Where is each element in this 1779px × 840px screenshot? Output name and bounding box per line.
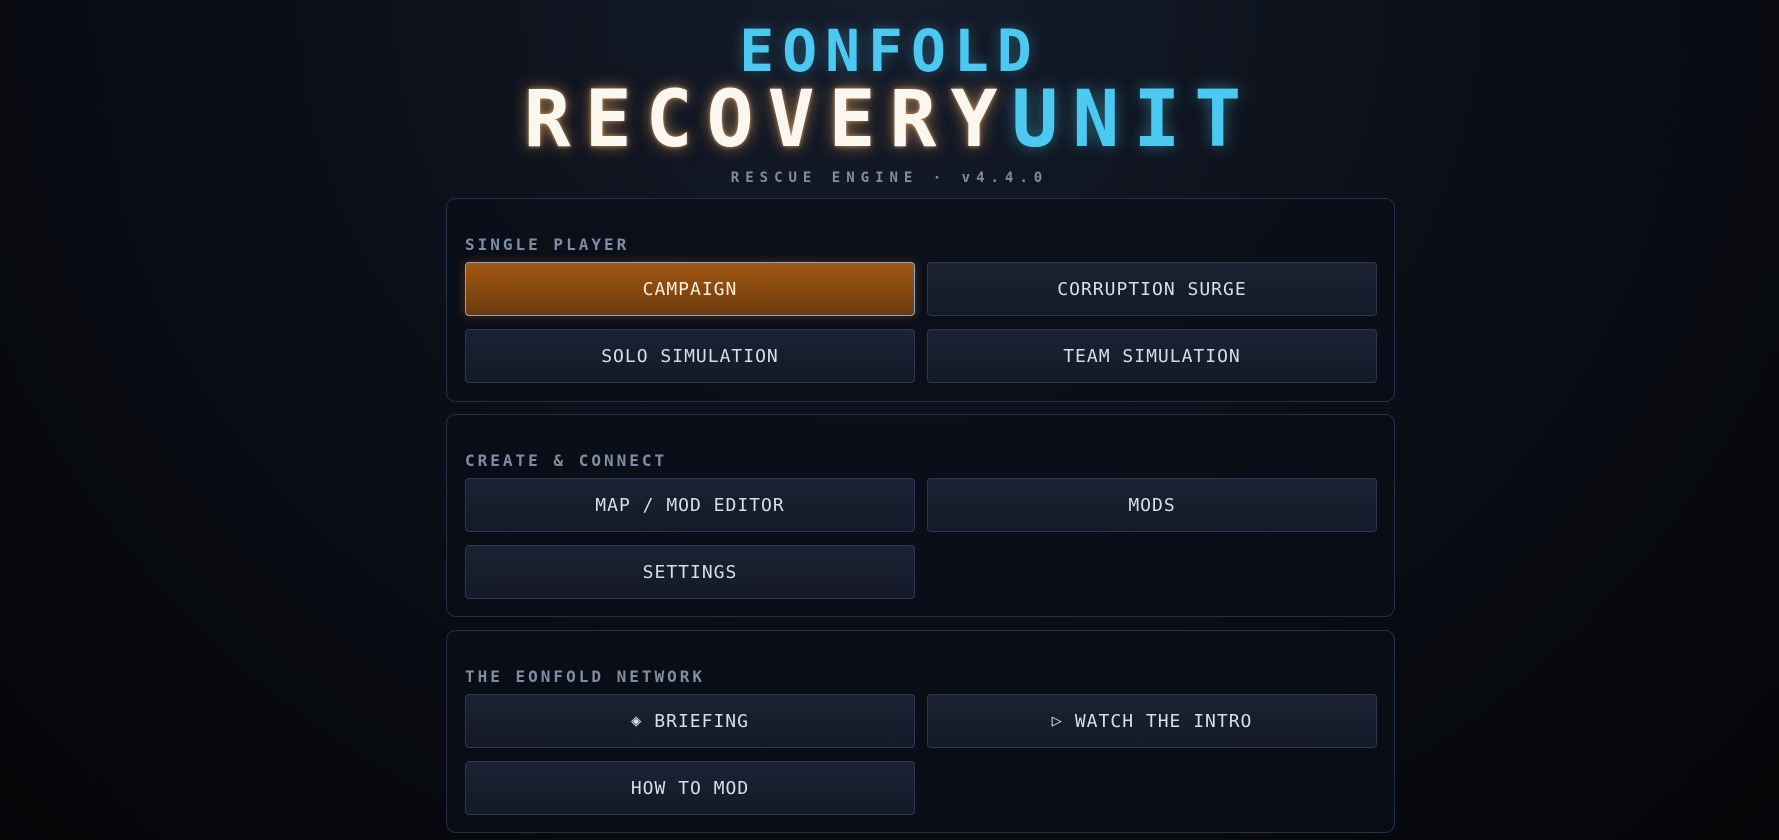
single-player-panel: SINGLE PLAYER CAMPAIGN CORRUPTION SURGE …	[446, 198, 1395, 402]
how-to-mod-button[interactable]: HOW TO MOD	[465, 761, 915, 815]
title-unit: UNIT	[1011, 75, 1256, 165]
watch-intro-button-label: WATCH THE INTRO	[1074, 710, 1253, 732]
campaign-button[interactable]: CAMPAIGN	[465, 262, 915, 316]
map-mod-editor-button-label: MAP / MOD EDITOR	[595, 494, 785, 516]
solo-simulation-button-label: SOLO SIMULATION	[601, 345, 779, 367]
diamond-icon: ◈	[631, 711, 643, 731]
play-icon: ▷	[1051, 711, 1063, 731]
section-label-eonfold-network: THE EONFOLD NETWORK	[465, 667, 706, 686]
settings-button[interactable]: SETTINGS	[465, 545, 915, 599]
game-title: EONFOLD RECOVERYUNIT RESCUE ENGINE · v4.…	[0, 20, 1779, 186]
team-simulation-button-label: TEAM SIMULATION	[1063, 345, 1241, 367]
campaign-button-label: CAMPAIGN	[642, 278, 738, 300]
title-recovery: RECOVERY	[523, 75, 1012, 165]
engine-version: RESCUE ENGINE · v4.4.0	[730, 170, 1049, 186]
section-label-create-connect: CREATE & CONNECT	[465, 451, 668, 470]
eonfold-network-panel: THE EONFOLD NETWORK ◈ BRIEFING ▷ WATCH T…	[446, 630, 1395, 833]
solo-simulation-button[interactable]: SOLO SIMULATION	[465, 329, 915, 383]
settings-button-label: SETTINGS	[642, 561, 738, 583]
watch-intro-button[interactable]: ▷ WATCH THE INTRO	[927, 694, 1377, 748]
mods-button[interactable]: MODS	[927, 478, 1377, 532]
map-mod-editor-button[interactable]: MAP / MOD EDITOR	[465, 478, 915, 532]
title-eonfold: EONFOLD	[739, 17, 1040, 85]
section-label-single-player: SINGLE PLAYER	[465, 235, 630, 254]
briefing-button-label: BRIEFING	[654, 710, 749, 732]
team-simulation-button[interactable]: TEAM SIMULATION	[927, 329, 1377, 383]
mods-button-label: MODS	[1128, 494, 1176, 516]
briefing-button[interactable]: ◈ BRIEFING	[465, 694, 915, 748]
corruption-surge-button-label: CORRUPTION SURGE	[1057, 278, 1247, 300]
create-connect-panel: CREATE & CONNECT MAP / MOD EDITOR MODS S…	[446, 414, 1395, 617]
corruption-surge-button[interactable]: CORRUPTION SURGE	[927, 262, 1377, 316]
how-to-mod-button-label: HOW TO MOD	[630, 777, 750, 799]
title-recovery-unit: RECOVERYUNIT	[0, 80, 1779, 160]
